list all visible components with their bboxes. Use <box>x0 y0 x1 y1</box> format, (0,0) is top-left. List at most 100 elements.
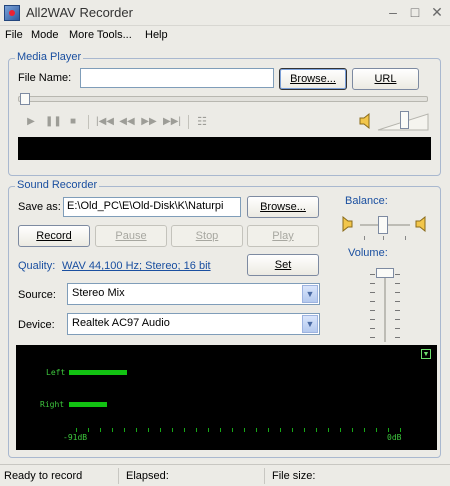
playlist-icon[interactable]: ☷ <box>195 115 209 128</box>
save-as-input[interactable]: E:\Old_PC\E\Old-Disk\K\Naturpi <box>63 197 241 217</box>
balance-right-speaker-icon <box>415 216 426 232</box>
play-icon[interactable]: ▶ <box>24 116 38 127</box>
volume-tick <box>395 328 400 329</box>
vu-tick <box>112 428 113 432</box>
rewind-icon[interactable]: ◀◀ <box>119 116 135 127</box>
last-icon[interactable]: ▶▶| <box>163 116 181 127</box>
pause-button[interactable]: Pause <box>95 225 167 247</box>
vu-tick <box>256 428 257 432</box>
vu-tick <box>340 428 341 432</box>
url-label: URL <box>374 73 397 85</box>
vu-tick <box>352 428 353 432</box>
status-elapsed: Elapsed: <box>126 470 169 482</box>
forward-icon[interactable]: ▶▶ <box>141 116 157 127</box>
recorder-browse-label: Browse... <box>260 201 306 213</box>
vu-tick <box>376 428 377 432</box>
media-player-legend: Media Player <box>15 51 84 63</box>
balance-left-speaker-icon <box>342 216 353 232</box>
status-state: Ready to record <box>4 470 83 482</box>
set-label: Set <box>274 259 292 271</box>
vu-scale-max: 0dB <box>387 433 402 442</box>
close-button[interactable]: ✕ <box>428 4 446 20</box>
file-name-label: File Name: <box>18 72 72 84</box>
vu-tick <box>328 428 329 432</box>
pause-icon[interactable]: ❚❚ <box>45 116 62 127</box>
status-file-size: File size: <box>272 470 316 482</box>
set-button[interactable]: Set <box>247 254 319 276</box>
play-label: Play <box>272 230 294 242</box>
transport-divider-2 <box>188 115 189 129</box>
volume-tick <box>370 319 375 320</box>
vu-tick <box>76 428 77 432</box>
balance-label: Balance: <box>345 195 388 207</box>
quality-value-link[interactable]: WAV 44,100 Hz; Stereo; 16 bit <box>62 260 211 272</box>
volume-tick <box>395 301 400 302</box>
pause-label: Pause <box>115 230 147 242</box>
vu-tick <box>304 428 305 432</box>
menu-mode[interactable]: Mode <box>31 29 59 41</box>
vu-scale-min: -91dB <box>63 433 88 442</box>
vu-tick <box>244 428 245 432</box>
menu-file[interactable]: File <box>5 29 23 41</box>
menu-help[interactable]: Help <box>145 29 168 41</box>
maximize-button[interactable]: □ <box>406 4 424 20</box>
file-name-input[interactable] <box>80 68 274 88</box>
vu-tick <box>148 428 149 432</box>
vu-tick <box>208 428 209 432</box>
vu-tick <box>88 428 89 432</box>
window-title: All2WAV Recorder <box>26 5 133 20</box>
stop-button[interactable]: Stop <box>171 225 243 247</box>
volume-tick <box>395 283 400 284</box>
seek-bar[interactable] <box>18 96 428 102</box>
title-bar: All2WAV Recorder – □ ✕ <box>0 0 450 26</box>
volume-label: Volume: <box>348 247 388 259</box>
volume-tick <box>395 310 400 311</box>
stop-label: Stop <box>195 230 219 242</box>
vu-tick <box>184 428 185 432</box>
player-volume-thumb[interactable] <box>400 111 409 129</box>
balance-thumb[interactable] <box>378 216 388 234</box>
recorder-browse-button[interactable]: Browse... <box>247 196 319 218</box>
volume-tick <box>395 319 400 320</box>
recorder-volume-thumb[interactable] <box>376 268 394 278</box>
player-browse-button[interactable]: Browse... <box>279 68 347 90</box>
quality-label: Quality: <box>18 260 56 272</box>
menu-more-tools[interactable]: More Tools... <box>69 29 132 41</box>
vu-tick <box>220 428 221 432</box>
vu-tick <box>388 428 389 432</box>
speaker-icon[interactable] <box>358 112 374 130</box>
vu-right-bar <box>69 402 107 407</box>
recorder-volume-track[interactable] <box>384 272 386 342</box>
minimize-button[interactable]: – <box>384 4 402 20</box>
device-value: Realtek AC97 Audio <box>72 317 170 329</box>
volume-tick <box>370 328 375 329</box>
vu-left-label: Left <box>46 368 66 377</box>
vu-options-icon[interactable]: ▼ <box>421 349 431 359</box>
volume-tick <box>370 310 375 311</box>
volume-tick <box>370 337 375 338</box>
sound-recorder-legend: Sound Recorder <box>15 179 100 191</box>
vu-tick <box>124 428 125 432</box>
record-button[interactable]: Record <box>18 225 90 247</box>
volume-tick <box>370 283 375 284</box>
play-button[interactable]: Play <box>247 225 319 247</box>
vu-tick <box>400 428 401 432</box>
vu-left-bar <box>69 370 127 375</box>
vu-tick <box>196 428 197 432</box>
source-select[interactable]: Stereo Mix ▼ <box>67 283 320 305</box>
vu-tick <box>364 428 365 432</box>
status-bar: Ready to record Elapsed: File size: <box>0 464 450 486</box>
status-separator <box>118 468 119 484</box>
stop-icon[interactable]: ■ <box>66 116 80 127</box>
vu-tick <box>316 428 317 432</box>
vu-meter: ▼ Left Right -91dB 0dB <box>16 345 437 450</box>
device-chevron-down-icon[interactable]: ▼ <box>302 315 318 333</box>
player-browse-label: Browse... <box>290 73 336 85</box>
seek-thumb[interactable] <box>20 93 30 105</box>
url-button[interactable]: URL <box>352 68 419 90</box>
device-select[interactable]: Realtek AC97 Audio ▼ <box>67 313 320 335</box>
volume-tick <box>395 274 400 275</box>
source-label: Source: <box>18 289 56 301</box>
source-chevron-down-icon[interactable]: ▼ <box>302 285 318 303</box>
first-icon[interactable]: |◀◀ <box>96 116 114 127</box>
